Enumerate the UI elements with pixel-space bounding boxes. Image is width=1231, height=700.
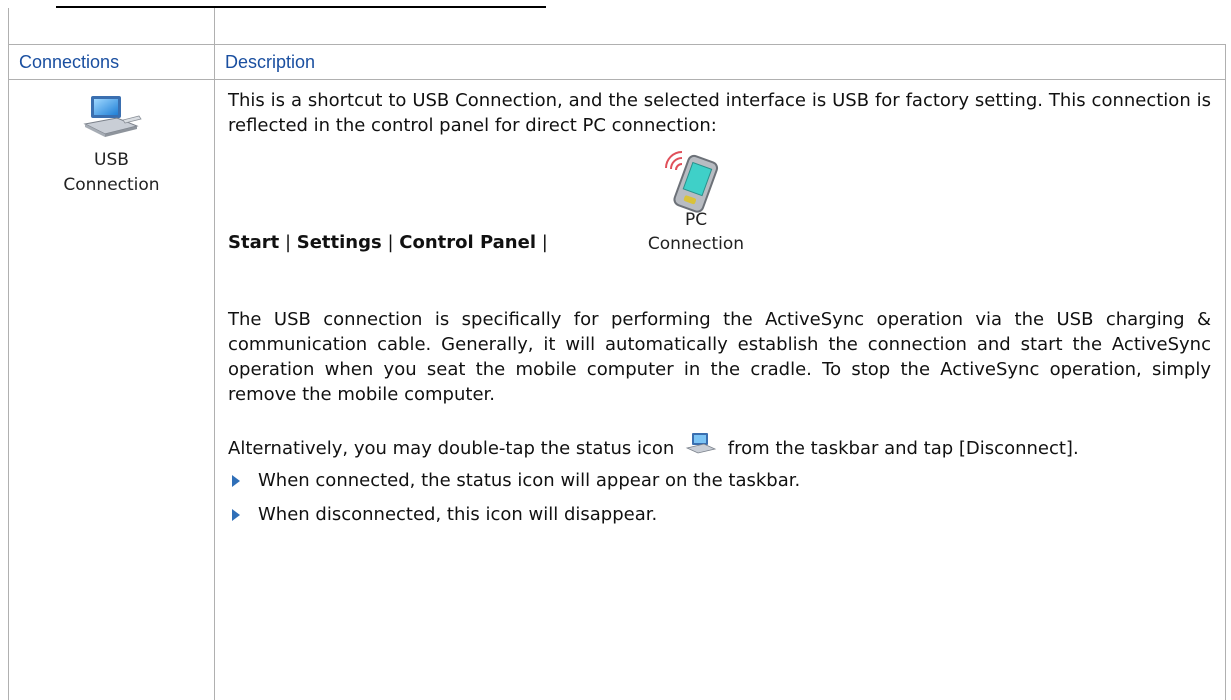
para3-before: Alternatively, you may double-tap the st… [228, 438, 674, 459]
control-panel-path: Start | Settings | Control Panel | [228, 230, 548, 255]
table-stub-mid [214, 8, 215, 44]
table-row: USB Connection This is a shortcut to USB… [9, 80, 1226, 700]
description-para3: Alternatively, you may double-tap the st… [228, 432, 1211, 461]
path-separator-1: | [285, 232, 291, 253]
pc-caption-line2: Connection [646, 232, 746, 256]
list-item: When disconnected, this icon will disapp… [228, 503, 1211, 527]
description-para1: This is a shortcut to USB Connection, an… [228, 88, 1211, 138]
connection-cell: USB Connection [9, 80, 215, 700]
description-para2: The USB connection is specifically for p… [228, 307, 1211, 407]
connection-name-line2: Connection [9, 173, 214, 198]
path-separator-2: | [387, 232, 393, 253]
connections-table: Connections Description [8, 44, 1226, 700]
path-settings: Settings [297, 232, 382, 253]
bullet-text: When connected, the status icon will app… [258, 470, 800, 491]
table-header-row: Connections Description [9, 45, 1226, 80]
bullet-triangle-icon [232, 475, 240, 487]
pc-caption-line1: PC [646, 208, 746, 232]
description-cell: This is a shortcut to USB Connection, an… [215, 80, 1226, 700]
top-rule [56, 6, 546, 8]
status-bullets: When connected, the status icon will app… [228, 469, 1211, 527]
path-control-panel: Control Panel [399, 232, 536, 253]
header-connections: Connections [9, 45, 215, 80]
usb-connection-icon [77, 94, 147, 142]
status-connection-icon [684, 432, 718, 456]
path-separator-3: | [542, 232, 548, 253]
list-item: When connected, the status icon will app… [228, 469, 1211, 493]
pc-connection-block: PC Connection Start | Settings | Control… [228, 148, 1211, 255]
para3-after: from the taskbar and tap [Disconnect]. [728, 438, 1079, 459]
path-start: Start [228, 232, 279, 253]
bullet-text: When disconnected, this icon will disapp… [258, 504, 657, 525]
bullet-triangle-icon [232, 509, 240, 521]
header-description: Description [215, 45, 1226, 80]
connection-name-line1: USB [9, 148, 214, 173]
table-stub-left [8, 8, 9, 44]
